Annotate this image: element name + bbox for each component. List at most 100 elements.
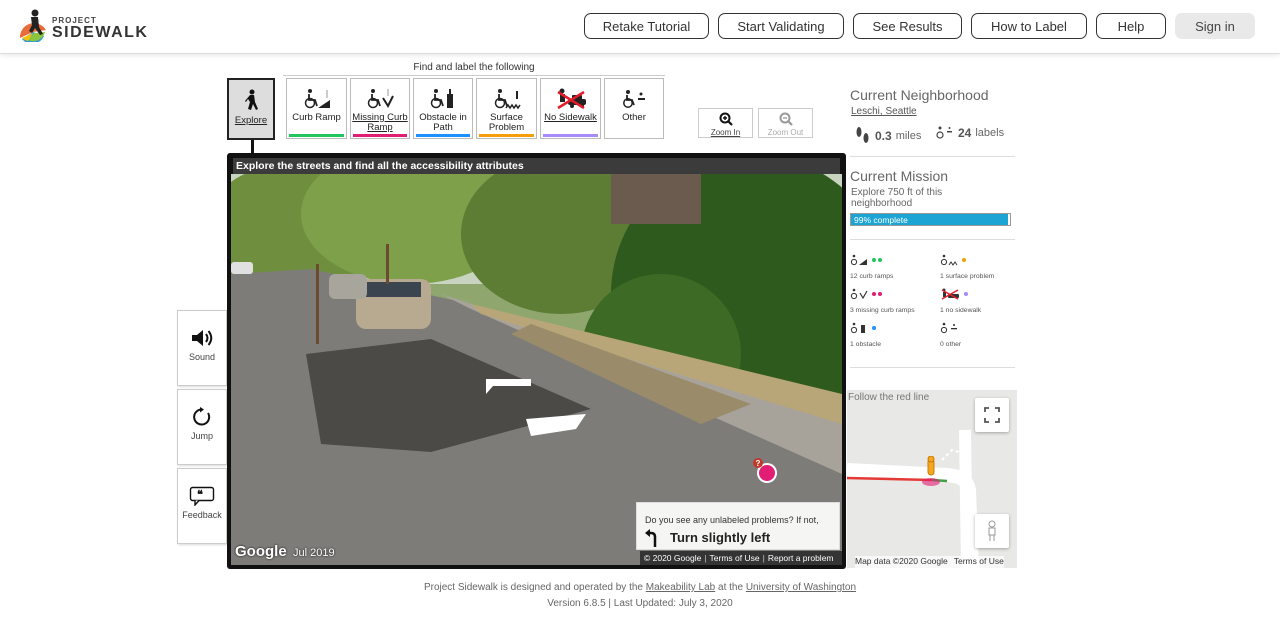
distance-value: 0.3	[875, 129, 892, 143]
pegman-button[interactable]	[975, 514, 1009, 548]
streetview-instruction: Explore the streets and find all the acc…	[233, 158, 840, 174]
count-missing-curb-ramps: 3 missing curb ramps	[850, 287, 915, 314]
streetview-footer: © 2020 Google | Terms of Use | Report a …	[640, 551, 842, 565]
surface-problem-tool[interactable]: Surface Problem	[476, 78, 537, 139]
sound-label: Sound	[188, 352, 216, 362]
count-obstacles-text: 1 obstacle	[850, 341, 881, 348]
divider	[850, 239, 1015, 240]
no-sidewalk-label: No Sidewalk	[544, 112, 597, 123]
copyright-text: © 2020 Google	[644, 553, 702, 563]
zoom-out-button[interactable]: Zoom Out	[758, 108, 813, 138]
footprints-icon	[856, 127, 869, 143]
project-sidewalk-logo[interactable]: PROJECT SIDEWALK	[18, 8, 158, 46]
logo-sidewalk-text: SIDEWALK	[52, 24, 149, 41]
other-tool[interactable]: Other	[604, 78, 664, 139]
retake-tutorial-button[interactable]: Retake Tutorial	[584, 13, 709, 39]
labels-stat: 24 labels	[936, 126, 1004, 140]
google-logo: Google	[235, 543, 287, 560]
jump-button[interactable]: Jump	[177, 389, 227, 465]
start-validating-button[interactable]: Start Validating	[718, 13, 844, 39]
explore-label: Explore	[234, 115, 268, 126]
curb-ramp-label: Curb Ramp	[292, 112, 341, 123]
surface-small-icon	[940, 254, 958, 266]
count-no-sidewalk: 1 no sidewalk	[940, 287, 981, 314]
placed-label-marker[interactable]: ?	[752, 457, 782, 490]
curb-ramp-icon	[287, 87, 346, 111]
unlabeled-question: Do you see any unlabeled problems? If no…	[645, 515, 819, 525]
curb-ramp-small-icon	[850, 254, 867, 266]
surface-problem-label: Surface Problem	[488, 112, 525, 133]
how-to-label-button[interactable]: How to Label	[971, 13, 1087, 39]
feedback-button[interactable]: ❝ Feedback	[177, 468, 227, 544]
credits-text-2: at the	[718, 582, 744, 593]
pegman-icon	[988, 520, 996, 541]
divider	[850, 156, 1015, 157]
other-icon	[605, 87, 663, 111]
map-data-text: Map data ©2020 Google	[855, 556, 948, 566]
surface-problem-color-bar	[479, 134, 534, 137]
terms-link[interactable]: Terms of Use	[710, 553, 760, 563]
obstacle-color-bar	[416, 134, 470, 137]
neighborhood-link[interactable]: Leschi, Seattle	[851, 106, 917, 117]
speaker-icon	[178, 327, 226, 349]
missing-curb-ramp-icon	[351, 87, 409, 111]
count-other: 0 other	[940, 321, 961, 348]
map-footer: Map data ©2020 Google Terms of Use	[855, 556, 1004, 568]
count-obstacles: 1 obstacle	[850, 321, 881, 348]
credits-line: Project Sidewalk is designed and operate…	[0, 582, 1280, 593]
zoom-in-label: Zoom In	[710, 128, 741, 137]
position-pin-icon	[922, 456, 940, 486]
count-curb-ramps-text: 12 curb ramps	[850, 273, 894, 280]
sound-button[interactable]: Sound	[177, 310, 227, 386]
jump-label: Jump	[190, 431, 213, 441]
makeability-lab-link[interactable]: Makeability Lab	[646, 582, 715, 593]
mission-progress-text: 99% complete	[854, 215, 908, 225]
feedback-label: Feedback	[182, 510, 222, 520]
count-no-sidewalk-text: 1 no sidewalk	[940, 307, 982, 314]
obstacle-icon	[414, 87, 472, 111]
turn-left-arrow-icon	[645, 529, 657, 547]
pedestrian-icon	[229, 88, 273, 112]
top-navbar: PROJECT SIDEWALK Retake Tutorial Start V…	[0, 0, 1280, 54]
missing-curb-ramp-tool[interactable]: Missing Curb Ramp	[350, 78, 410, 139]
labels-icon	[936, 126, 952, 139]
surface-problem-icon	[477, 87, 536, 111]
labels-unit: labels	[975, 127, 1005, 139]
help-button[interactable]: Help	[1096, 13, 1166, 39]
map-hint: Follow the red line	[848, 392, 930, 403]
fullscreen-icon	[984, 407, 1000, 423]
turn-instruction: Turn slightly left	[670, 530, 771, 545]
mission-title: Current Mission	[850, 168, 949, 184]
report-problem-link[interactable]: Report a problem	[768, 553, 834, 563]
toolbar-title: Find and label the following	[283, 62, 665, 76]
zoom-out-label: Zoom Out	[767, 128, 804, 137]
zoom-in-icon	[699, 112, 752, 126]
missing-curb-ramp-small-icon	[850, 288, 868, 300]
sign-in-button[interactable]: Sign in	[1175, 13, 1255, 39]
no-sidewalk-tool[interactable]: No Sidewalk	[540, 78, 601, 139]
distance-stat: 0.3 miles	[855, 126, 921, 146]
svg-text:?: ?	[756, 459, 761, 468]
obstacle-small-icon	[850, 322, 865, 334]
fullscreen-button[interactable]	[975, 398, 1009, 432]
missing-curb-ramp-label: Missing Curb Ramp	[352, 112, 408, 133]
zoom-in-button[interactable]: Zoom In	[698, 108, 753, 138]
logo-mark-icon	[19, 9, 46, 42]
user-position-marker	[919, 456, 943, 488]
uw-link[interactable]: University of Washington	[746, 582, 856, 593]
credits-text: Project Sidewalk is designed and operate…	[423, 582, 643, 593]
curb-ramp-tool[interactable]: Curb Ramp	[286, 78, 347, 139]
mission-description: Explore 750 ft of this neighborhood	[851, 187, 943, 209]
refresh-icon	[178, 406, 226, 428]
explore-mode-button[interactable]: Explore	[227, 78, 275, 140]
see-results-button[interactable]: See Results	[853, 13, 962, 39]
other-small-icon	[940, 322, 957, 334]
version-line: Version 6.8.5 | Last Updated: July 3, 20…	[547, 598, 733, 609]
zoom-out-icon	[759, 112, 812, 126]
map-terms-link[interactable]: Terms of Use	[954, 556, 1004, 568]
obstacle-tool[interactable]: Obstacle in Path	[413, 78, 473, 139]
divider	[850, 367, 1015, 368]
labels-value: 24	[958, 126, 972, 140]
mission-progress-bar: 99% complete	[850, 213, 1011, 226]
count-curb-ramps: 12 curb ramps	[850, 253, 893, 280]
